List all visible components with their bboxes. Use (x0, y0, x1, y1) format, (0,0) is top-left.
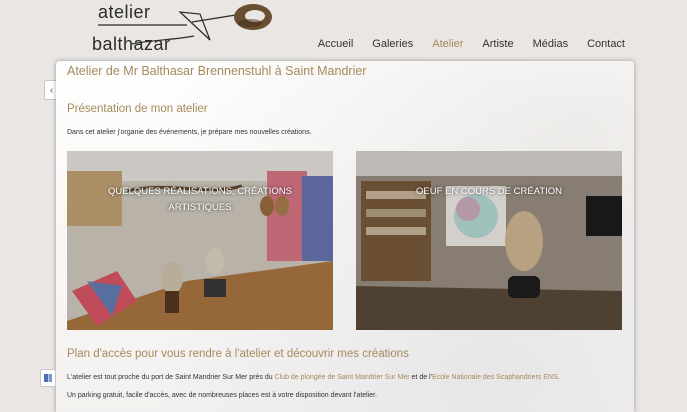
parking-text: Un parking gratuit, facile d'accès, avec… (67, 392, 378, 399)
book-icon (44, 374, 52, 382)
page-title: Atelier de Mr Balthasar Brennenstuhl à S… (67, 64, 367, 78)
logo-word-atelier: atelier (98, 2, 151, 22)
tile-caption: QUELQUES RÉALISATIONS, CRÉATIONS ARTISTI… (108, 186, 292, 213)
tile-oeuf[interactable]: OEUF EN COURS DE CRÉATION (356, 151, 622, 330)
tile-caption: OEUF EN COURS DE CRÉATION (415, 186, 563, 197)
access-text-part1: L'atelier est tout proche du port de Sai… (67, 374, 275, 381)
nav-accueil[interactable]: Accueil (318, 38, 353, 50)
logo-word-balthazar: balthazar (92, 34, 171, 54)
site-logo[interactable]: atelier balthazar (92, 0, 282, 60)
content-panel: Atelier de Mr Balthasar Brennenstuhl à S… (56, 61, 634, 412)
tile-realisations[interactable]: QUELQUES RÉALISATIONS, CRÉATIONS ARTISTI… (67, 151, 333, 330)
intro-text: Dans cet atelier j'organie des événement… (67, 129, 312, 136)
access-text-part3: . (557, 374, 560, 381)
ens-link[interactable]: Ecole Nationale des Scaphandriers ENS (432, 374, 558, 381)
nav-atelier[interactable]: Atelier (432, 38, 463, 50)
main-nav: Accueil Galeries Atelier Artiste Médias … (299, 38, 625, 50)
nav-medias[interactable]: Médias (533, 38, 568, 50)
access-text: L'atelier est tout proche du port de Sai… (67, 374, 560, 381)
side-widget-button[interactable] (40, 369, 56, 387)
chevron-left-icon: ‹ (49, 84, 54, 96)
egg-photo (356, 151, 622, 330)
workshop-photo (67, 151, 333, 330)
nav-galeries[interactable]: Galeries (372, 38, 413, 50)
nav-artiste[interactable]: Artiste (482, 38, 513, 50)
access-text-part2: et de l' (409, 374, 432, 381)
access-heading: Plan d'accès pour vous rendre à l'atelie… (67, 348, 409, 360)
club-plongee-link[interactable]: Club de plongée de Saint Mandrier Sur Me… (275, 374, 410, 381)
nav-contact[interactable]: Contact (587, 38, 625, 50)
intro-heading: Présentation de mon atelier (67, 103, 208, 115)
